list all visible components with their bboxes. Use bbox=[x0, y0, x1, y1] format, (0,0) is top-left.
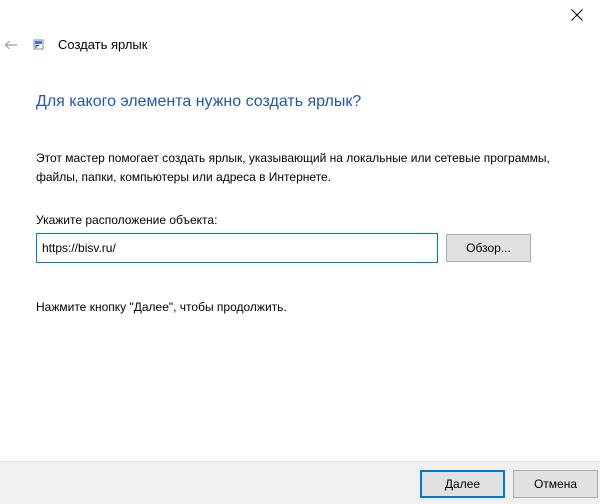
footer-bar: Далее Отмена bbox=[0, 461, 600, 504]
hint-text: Нажмите кнопку "Далее", чтобы продолжить… bbox=[36, 300, 287, 314]
description-text: Этот мастер помогает создать ярлык, указ… bbox=[36, 151, 550, 184]
next-button[interactable]: Далее bbox=[420, 470, 505, 498]
back-button[interactable] bbox=[1, 36, 21, 54]
location-input[interactable] bbox=[36, 233, 438, 263]
browse-button[interactable]: Обзор... bbox=[446, 234, 531, 262]
shortcut-icon bbox=[33, 39, 44, 50]
back-arrow-icon bbox=[4, 40, 17, 50]
cancel-button[interactable]: Отмена bbox=[513, 470, 598, 498]
page-heading: Для какого элемента нужно создать ярлык? bbox=[36, 93, 362, 110]
wizard-title: Создать ярлык bbox=[58, 37, 148, 52]
create-shortcut-window: Создать ярлык Для какого элемента нужно … bbox=[0, 0, 600, 504]
close-icon bbox=[571, 9, 583, 21]
close-button[interactable] bbox=[554, 0, 600, 30]
location-label: Укажите расположение объекта: bbox=[36, 213, 218, 227]
